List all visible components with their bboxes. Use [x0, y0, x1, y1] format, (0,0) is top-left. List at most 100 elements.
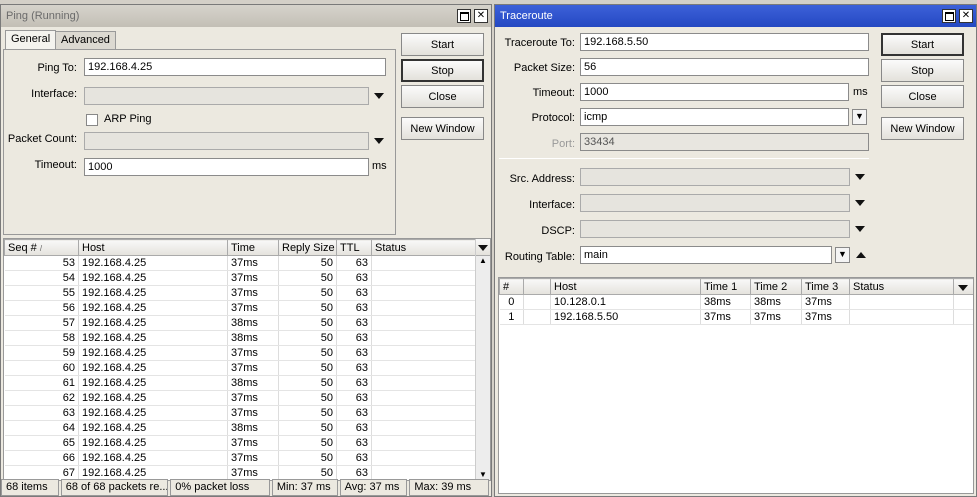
- col-ttl[interactable]: TTL: [336, 239, 372, 256]
- table-row[interactable]: 55 192.168.4.25 37ms 50 63: [4, 285, 477, 301]
- ping-titlebar[interactable]: Ping (Running) ✕: [1, 5, 491, 27]
- cell-status: [371, 405, 477, 421]
- traceroute-to-field[interactable]: 192.168.5.50: [580, 33, 869, 51]
- table-row[interactable]: 58 192.168.4.25 38ms 50 63: [4, 330, 477, 346]
- cell-size: 50: [278, 390, 337, 406]
- cell-seq: 58: [4, 330, 79, 346]
- arp-ping-checkbox[interactable]: [86, 114, 98, 126]
- separator: [499, 158, 869, 159]
- protocol-dropdown-icon[interactable]: ▼: [852, 109, 867, 125]
- close-icon[interactable]: ✕: [474, 9, 488, 23]
- close-icon[interactable]: ✕: [959, 9, 973, 23]
- col-time[interactable]: Time: [227, 239, 279, 256]
- col-hop[interactable]: #: [499, 278, 524, 295]
- timeout-label: Timeout:: [34, 159, 77, 171]
- col-reply-size[interactable]: Reply Size: [278, 239, 337, 256]
- scroll-up-icon[interactable]: ▲: [476, 256, 490, 266]
- maximize-icon[interactable]: [457, 9, 471, 23]
- packet-count-dropdown-icon[interactable]: [374, 138, 384, 144]
- cell-t2: 38ms: [750, 294, 802, 310]
- table-row[interactable]: 63 192.168.4.25 37ms 50 63: [4, 405, 477, 421]
- table-row[interactable]: 64 192.168.4.25 38ms 50 63: [4, 420, 477, 436]
- maximize-icon[interactable]: [942, 9, 956, 23]
- col-time1[interactable]: Time 1: [700, 278, 751, 295]
- table-row[interactable]: 57 192.168.4.25 38ms 50 63: [4, 315, 477, 331]
- dscp-dropdown-icon[interactable]: [855, 226, 865, 232]
- col-tr-status[interactable]: Status: [849, 278, 954, 295]
- table-row[interactable]: 62 192.168.4.25 37ms 50 63: [4, 390, 477, 406]
- src-address-dropdown-icon[interactable]: [855, 174, 865, 180]
- table-row[interactable]: 59 192.168.4.25 37ms 50 63: [4, 345, 477, 361]
- protocol-select[interactable]: icmp: [580, 108, 849, 126]
- tr-interface-dropdown-icon[interactable]: [855, 200, 865, 206]
- table-row[interactable]: 56 192.168.4.25 37ms 50 63: [4, 300, 477, 316]
- col-time3[interactable]: Time 3: [801, 278, 850, 295]
- cell-host: 192.168.4.25: [78, 375, 228, 391]
- cell-ttl: 63: [336, 405, 372, 421]
- cell-host: 192.168.4.25: [78, 315, 228, 331]
- table-row[interactable]: 60 192.168.4.25 37ms 50 63: [4, 360, 477, 376]
- tr-interface-select[interactable]: [580, 194, 850, 212]
- tr-timeout-label: Timeout:: [532, 87, 575, 99]
- cell-time: 37ms: [227, 360, 279, 376]
- ping-new-window-button[interactable]: New Window: [401, 117, 484, 140]
- ping-columns-menu[interactable]: [476, 239, 490, 256]
- tr-close-button[interactable]: Close: [881, 85, 964, 108]
- cell-seq: 60: [4, 360, 79, 376]
- col-seq[interactable]: Seq # /: [4, 239, 79, 256]
- tr-new-window-button[interactable]: New Window: [881, 117, 964, 140]
- tr-columns-menu[interactable]: [953, 278, 973, 295]
- table-row[interactable]: 53 192.168.4.25 37ms 50 63: [4, 255, 477, 271]
- columns-dropdown-icon[interactable]: [478, 245, 488, 251]
- cell-host: 192.168.4.25: [78, 450, 228, 466]
- table-row[interactable]: 61 192.168.4.25 38ms 50 63: [4, 375, 477, 391]
- packet-size-field[interactable]: 56: [580, 58, 869, 76]
- col-time2[interactable]: Time 2: [750, 278, 802, 295]
- packet-size-label: Packet Size:: [513, 62, 575, 74]
- timeout-field[interactable]: 1000: [84, 158, 369, 176]
- interface-dropdown-icon[interactable]: [374, 93, 384, 99]
- cell-size: 50: [278, 405, 337, 421]
- interface-select[interactable]: [84, 87, 369, 105]
- arp-ping-label: ARP Ping: [104, 113, 152, 125]
- cell-time: 38ms: [227, 315, 279, 331]
- port-label: Port:: [551, 138, 575, 150]
- cell-seq: 64: [4, 420, 79, 436]
- ping-stop-button[interactable]: Stop: [401, 59, 484, 82]
- cell-size: 50: [278, 330, 337, 346]
- routing-table-dropdown-icon[interactable]: ▼: [835, 247, 850, 263]
- table-row[interactable]: 1 192.168.5.50 37ms 37ms 37ms: [499, 309, 973, 325]
- col-blank[interactable]: [523, 278, 551, 295]
- cell-host: 192.168.4.25: [78, 330, 228, 346]
- tr-start-button[interactable]: Start: [881, 33, 964, 56]
- cell-empty: [953, 294, 973, 310]
- col-tr-host[interactable]: Host: [550, 278, 701, 295]
- table-row[interactable]: 66 192.168.4.25 37ms 50 63: [4, 450, 477, 466]
- tr-timeout-field[interactable]: 1000: [580, 83, 849, 101]
- traceroute-titlebar[interactable]: Traceroute ✕: [495, 5, 976, 27]
- src-address-label: Src. Address:: [509, 173, 575, 185]
- columns-dropdown-icon[interactable]: [958, 285, 968, 291]
- port-field: 33434: [580, 133, 869, 151]
- cell-seq: 66: [4, 450, 79, 466]
- ping-close-button[interactable]: Close: [401, 85, 484, 108]
- col-status[interactable]: Status: [371, 239, 477, 256]
- status-items: 68 items: [1, 479, 59, 496]
- tr-stop-button[interactable]: Stop: [881, 59, 964, 82]
- tab-general[interactable]: General: [5, 30, 57, 49]
- ping-results-table: Seq # / Host Time Reply Size TTL Status …: [3, 238, 491, 481]
- packet-count-select[interactable]: [84, 132, 369, 150]
- cell-time: 37ms: [227, 285, 279, 301]
- ping-start-button[interactable]: Start: [401, 33, 484, 56]
- table-row[interactable]: 0 10.128.0.1 38ms 38ms 37ms: [499, 294, 973, 310]
- ping-scrollbar[interactable]: ▲ ▼: [475, 239, 490, 480]
- col-host[interactable]: Host: [78, 239, 228, 256]
- src-address-select[interactable]: [580, 168, 850, 186]
- dscp-select[interactable]: [580, 220, 850, 238]
- table-row[interactable]: 54 192.168.4.25 37ms 50 63: [4, 270, 477, 286]
- tab-advanced[interactable]: Advanced: [55, 31, 116, 50]
- table-row[interactable]: 65 192.168.4.25 37ms 50 63: [4, 435, 477, 451]
- routing-table-select[interactable]: main: [580, 246, 832, 264]
- ping-to-field[interactable]: 192.168.4.25: [84, 58, 386, 76]
- collapse-up-icon[interactable]: [856, 252, 866, 258]
